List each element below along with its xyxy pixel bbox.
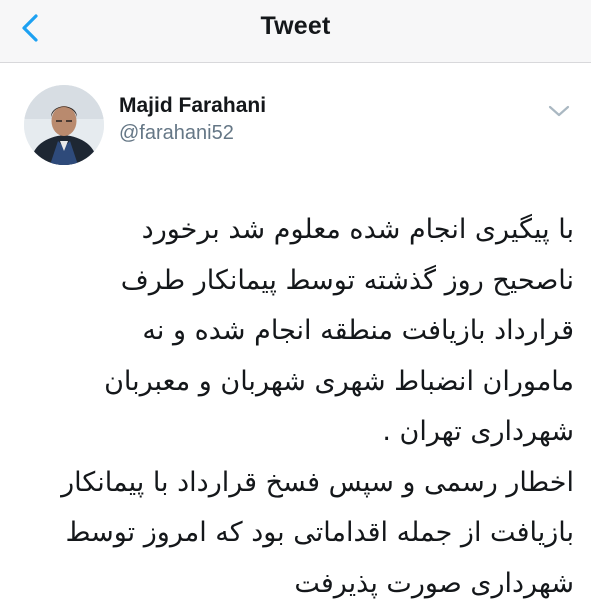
tweet-text-line: ناصحیح روز گذشته توسط پیمانکار طرف bbox=[120, 264, 574, 296]
tweet-text-line: ماموران انضباط شهری شهربان و معبربان bbox=[104, 365, 574, 397]
navigation-bar: Tweet bbox=[0, 0, 591, 63]
tweet-text-line: شهرداری تهران . bbox=[382, 416, 574, 447]
tweet-text-line: بازیافت از جمله اقداماتی بود که امروز تو… bbox=[65, 517, 574, 548]
tweet-text-line: اخطار رسمی و سپس فسخ قرارداد با پیمانکار bbox=[61, 466, 574, 498]
author-handle[interactable]: @farahani52 bbox=[119, 122, 234, 145]
tweet-text: با پیگیری انجام شده معلوم شد برخورد ناصح… bbox=[18, 205, 574, 609]
page-title: Tweet bbox=[260, 12, 331, 40]
tweet-text-line: قرارداد بازیافت منطقه انجام شده و نه bbox=[142, 315, 574, 346]
chevron-down-icon bbox=[548, 105, 570, 117]
tweet-menu-button[interactable] bbox=[546, 101, 572, 121]
avatar[interactable] bbox=[24, 85, 104, 165]
tweet-text-line: شهرداری صورت پذیرفت bbox=[294, 567, 574, 599]
tweet-author-header: Majid Farahani @farahani52 bbox=[0, 63, 591, 183]
tweet-text-line: با پیگیری انجام شده معلوم شد برخورد bbox=[141, 214, 574, 245]
avatar-photo bbox=[24, 85, 104, 165]
author-display-name[interactable]: Majid Farahani bbox=[119, 94, 266, 118]
